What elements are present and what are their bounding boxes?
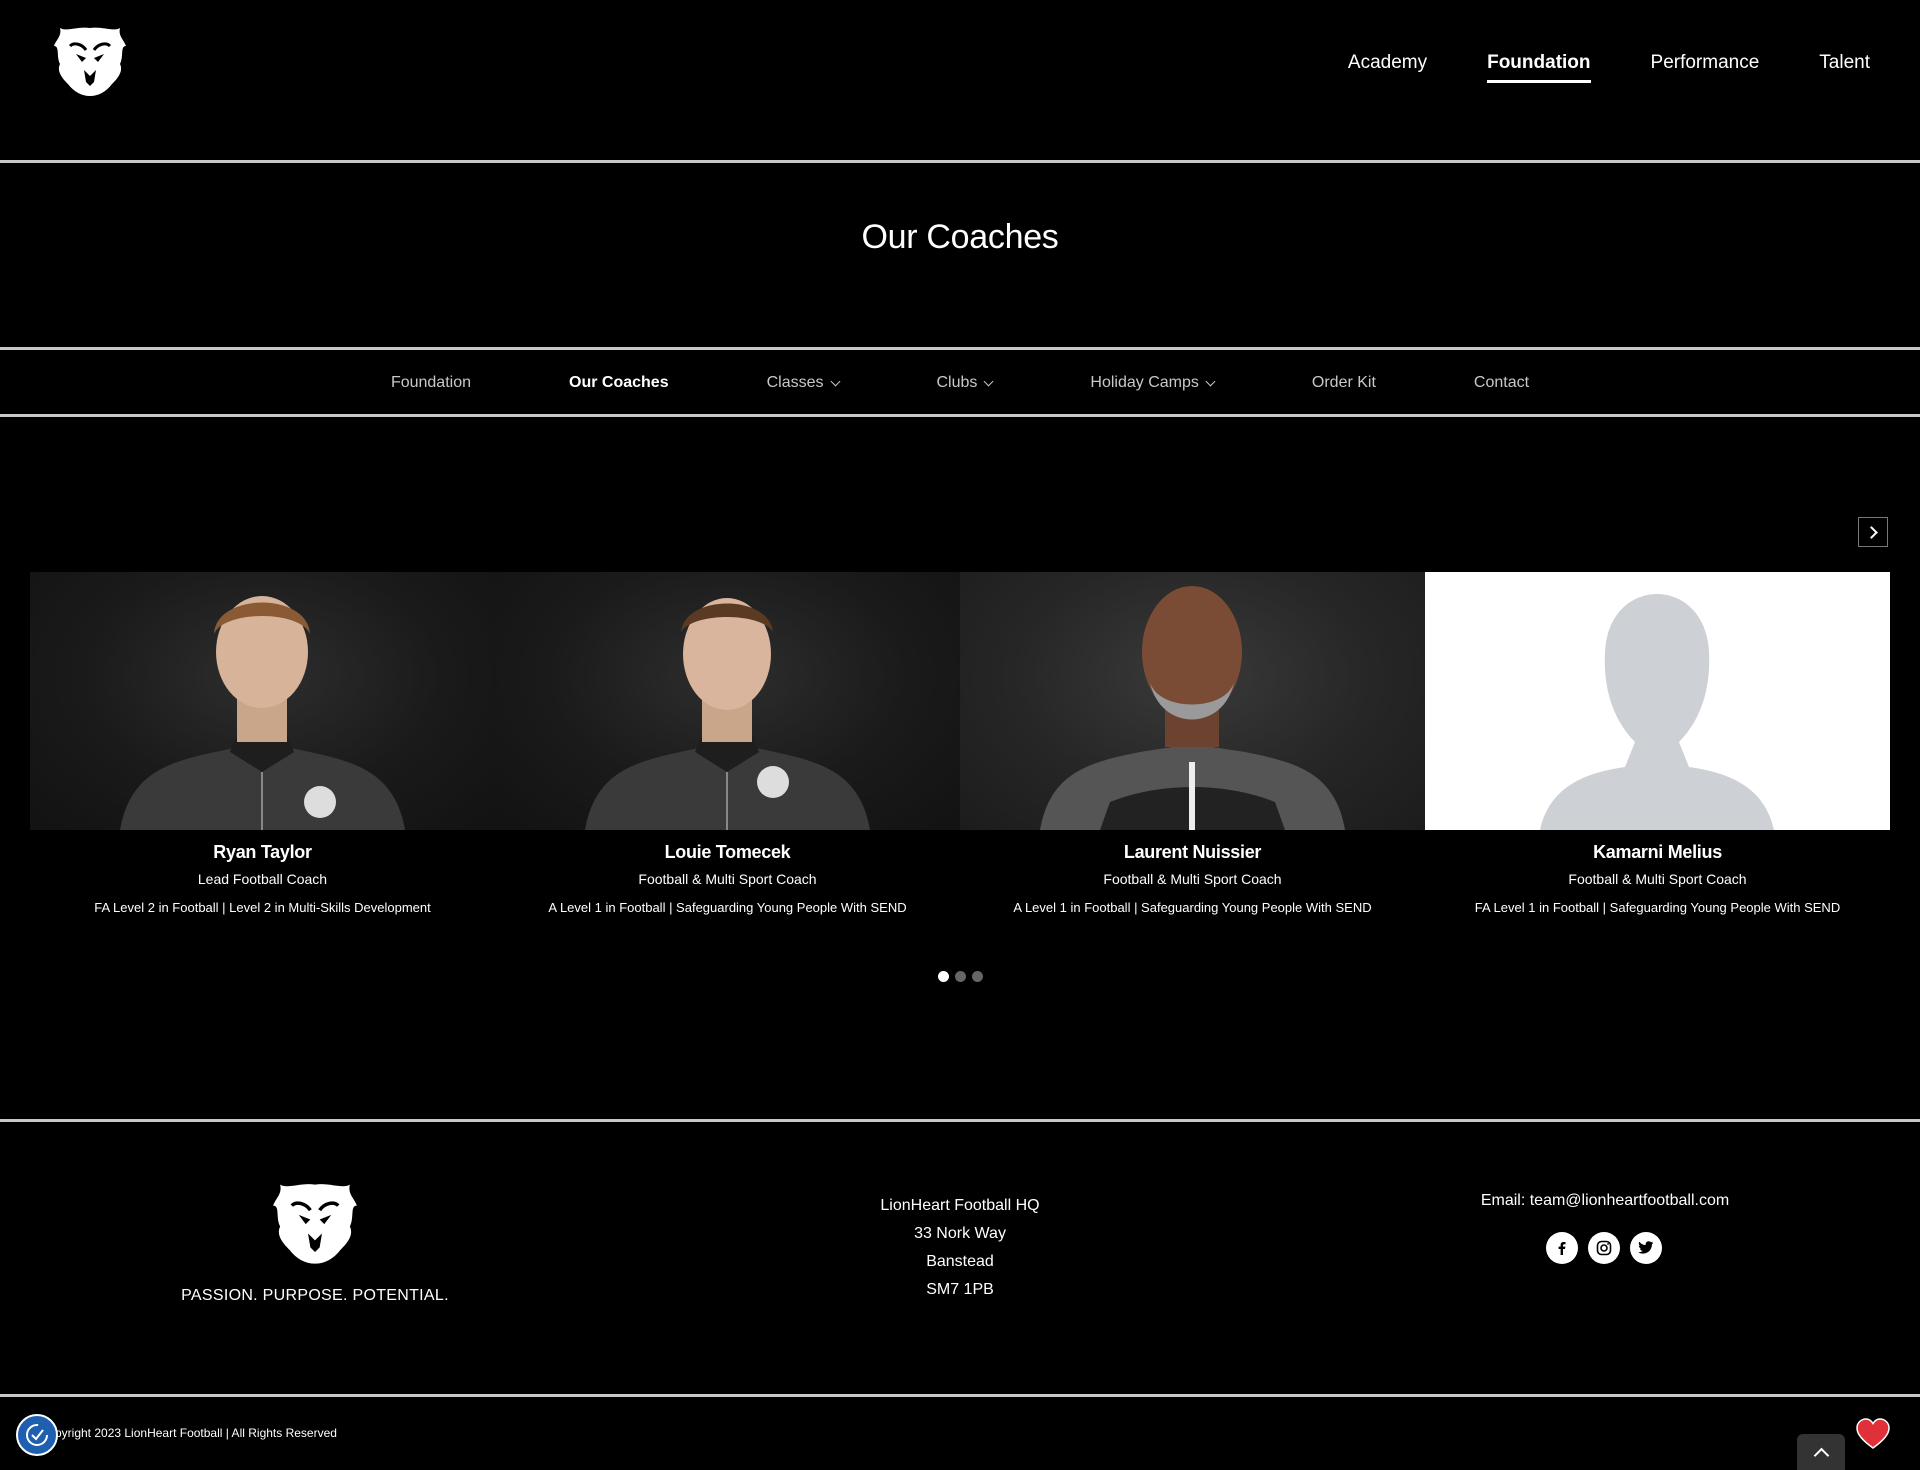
coach-role: Football & Multi Sport Coach [638, 871, 817, 887]
email-link[interactable]: team@lionheartfootball.com [1530, 1192, 1729, 1209]
address-line: Banstead [926, 1253, 994, 1270]
coach-name: Laurent Nuissier [1123, 842, 1262, 862]
nav-talent[interactable]: Talent [1819, 52, 1870, 83]
divider [0, 414, 1920, 417]
divider [0, 1119, 1920, 1122]
footer-tagline: PASSION. PURPOSE. POTENTIAL. [181, 1287, 449, 1304]
chevron-down-icon [830, 376, 840, 386]
subnav-label: Holiday Camps [1090, 374, 1199, 391]
subnav-classes[interactable]: Classes [766, 374, 840, 392]
page-title: Our Coaches [861, 218, 1059, 256]
coach-card: Louie Tomecek Football & Multi Sport Coa… [495, 572, 960, 915]
coach-card: Ryan Taylor Lead Football Coach FA Level… [30, 572, 495, 915]
coach-qualifications: FA Level 1 in Football | Safeguarding Yo… [1474, 900, 1841, 915]
footer-contact: Email: team@lionheartfootball.com [1400, 1192, 1810, 1210]
carousel-pagination [0, 971, 1920, 982]
email-label: Email: [1480, 1192, 1526, 1209]
subnav-holiday-camps[interactable]: Holiday Camps [1090, 374, 1216, 392]
scroll-to-top-button[interactable] [1797, 1434, 1845, 1470]
coach-photo [495, 572, 960, 830]
subnav-our-coaches[interactable]: Our Coaches [569, 374, 669, 392]
subnav-label: Contact [1473, 374, 1530, 391]
subnav-label: Our Coaches [569, 374, 669, 391]
coach-name: Kamarni Melius [1593, 842, 1722, 862]
main-nav: Academy Foundation Performance Talent [1348, 52, 1870, 83]
social-links [1546, 1232, 1662, 1264]
address-line: 33 Nork Way [914, 1225, 1006, 1242]
coach-role: Football & Multi Sport Coach [1103, 871, 1282, 887]
coach-carousel: Ryan Taylor Lead Football Coach FA Level… [30, 572, 1890, 915]
address-line: SM7 1PB [926, 1281, 994, 1298]
footer-address: LionHeart Football HQ 33 Nork Way Banste… [810, 1192, 1110, 1304]
subnav-label: Foundation [390, 374, 471, 391]
divider [0, 1394, 1920, 1397]
divider [0, 347, 1920, 350]
coach-qualifications: A Level 1 in Football | Safeguarding You… [548, 900, 907, 915]
lionheart-logo[interactable] [265, 1180, 365, 1266]
carousel-dot[interactable] [954, 971, 966, 982]
subnav-clubs[interactable]: Clubs [936, 374, 994, 392]
coach-photo [960, 572, 1425, 830]
twitter-icon[interactable] [1630, 1232, 1662, 1264]
copyright: pyright 2023 LionHeart Football | All Ri… [55, 1426, 337, 1440]
coach-name: Ryan Taylor [213, 842, 312, 862]
accessibility-button[interactable] [16, 1414, 58, 1456]
placeholder-avatar [1425, 572, 1890, 830]
subnav-label: Clubs [936, 374, 978, 391]
subnav-label: Classes [766, 374, 824, 391]
nav-academy[interactable]: Academy [1348, 52, 1427, 83]
coach-photo [30, 572, 495, 830]
chevron-right-icon [1865, 525, 1878, 539]
sub-nav: Foundation Our Coaches Classes Clubs Hol… [0, 374, 1920, 392]
subnav-order-kit[interactable]: Order Kit [1312, 374, 1376, 392]
heart-icon[interactable] [1856, 1418, 1890, 1450]
coach-name: Louie Tomecek [664, 842, 791, 862]
nav-performance[interactable]: Performance [1651, 52, 1760, 83]
chevron-down-icon [1205, 376, 1216, 386]
nav-foundation[interactable]: Foundation [1487, 52, 1591, 83]
coach-role: Lead Football Coach [197, 871, 328, 887]
accessibility-icon [26, 1424, 48, 1446]
carousel-next-button[interactable] [1858, 517, 1888, 547]
carousel-dot[interactable] [937, 971, 949, 982]
coach-qualifications: FA Level 2 in Football | Level 2 in Mult… [94, 900, 431, 915]
coach-role: Football & Multi Sport Coach [1568, 871, 1747, 887]
site-header: Academy Foundation Performance Talent [0, 0, 1920, 161]
facebook-icon[interactable] [1546, 1232, 1578, 1264]
lionheart-logo[interactable] [48, 24, 132, 98]
carousel-dot[interactable] [971, 971, 983, 982]
coach-card: Kamarni Melius Football & Multi Sport Co… [1425, 572, 1890, 915]
chevron-down-icon [983, 376, 994, 386]
instagram-icon[interactable] [1588, 1232, 1620, 1264]
coach-qualifications: A Level 1 in Football | Safeguarding You… [1013, 900, 1372, 915]
divider [0, 160, 1920, 163]
subnav-contact[interactable]: Contact [1474, 374, 1529, 392]
subnav-foundation[interactable]: Foundation [391, 374, 471, 392]
chevron-up-icon [1813, 1447, 1829, 1463]
address-line: LionHeart Football HQ [880, 1197, 1040, 1214]
subnav-label: Order Kit [1311, 374, 1376, 391]
coach-card: Laurent Nuissier Football & Multi Sport … [960, 572, 1425, 915]
